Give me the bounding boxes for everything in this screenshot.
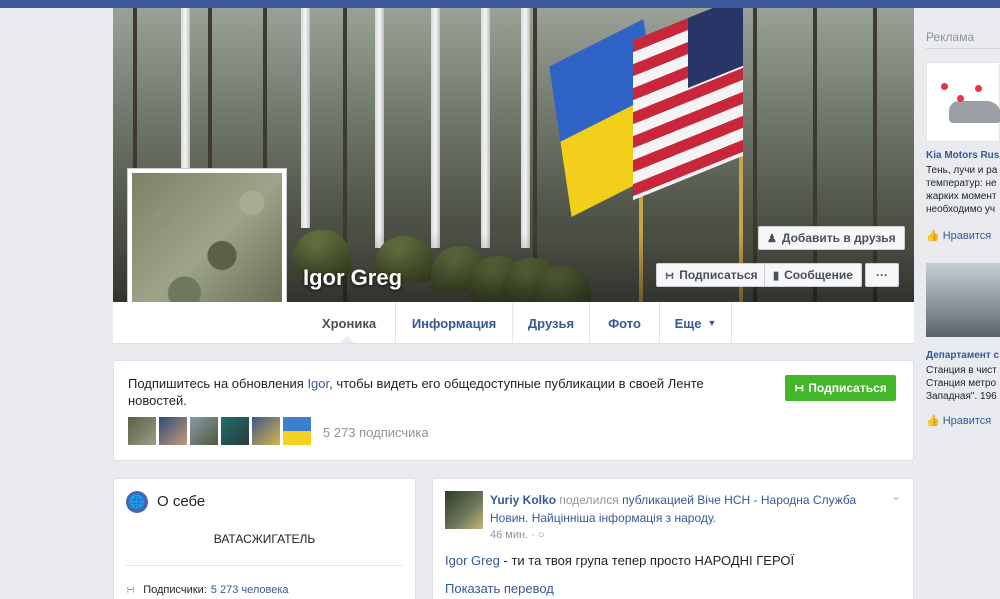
- globe-icon: 🌐: [126, 491, 148, 513]
- ad-image-station[interactable]: [926, 263, 1000, 337]
- chevron-down-icon[interactable]: ⌄: [891, 489, 901, 503]
- ad-text-line: необходимо уч: [926, 204, 996, 215]
- subscribe-name-link[interactable]: Igor: [307, 376, 329, 391]
- tab-more[interactable]: Еще ▼: [659, 302, 732, 344]
- message-icon: ▮: [773, 269, 780, 282]
- ad-text-line: Тень, лучи и ра: [926, 165, 998, 176]
- left-margin: [0, 8, 113, 599]
- top-bar: [0, 0, 1000, 8]
- tab-friends[interactable]: Друзья: [512, 302, 589, 344]
- ad-text-line: Западная". 196: [926, 391, 997, 402]
- subscribe-text: Подпишитесь на обновления Igor, чтобы ви…: [128, 375, 728, 409]
- ad-text-line: Станция в чист: [926, 365, 997, 376]
- add-friend-icon: ♟: [767, 232, 777, 245]
- add-friend-label: Добавить в друзья: [781, 231, 896, 245]
- post-author-avatar[interactable]: [445, 491, 483, 529]
- feed-post: Yuriy Kolko поделился публикацией Віче Н…: [432, 478, 914, 599]
- about-title: О себе: [157, 493, 206, 510]
- subscriber-avatar[interactable]: [159, 417, 187, 445]
- subscribe-button-label: Подписаться: [808, 381, 887, 395]
- ad-title[interactable]: Kia Motors Rus: [926, 150, 999, 161]
- subscriber-avatar[interactable]: [221, 417, 249, 445]
- active-tab-indicator: [340, 336, 354, 343]
- rss-icon: ∺: [794, 381, 805, 395]
- post-body: Igor Greg - ти та твоя група тепер прост…: [445, 553, 794, 568]
- ad-text-line: Станция метро: [926, 378, 997, 389]
- divider: [926, 48, 1000, 49]
- subscriber-count[interactable]: 5 273 подписчика: [323, 425, 429, 440]
- ad-text-line: температур: не: [926, 178, 997, 189]
- follow-button[interactable]: ∺ Подписаться: [656, 263, 767, 287]
- subscriber-avatar[interactable]: [190, 417, 218, 445]
- ad-like-button[interactable]: 👍 Нравится: [926, 229, 992, 243]
- thumbs-up-icon: 👍: [926, 230, 940, 242]
- post-timestamp[interactable]: 46 мин. · ○: [490, 529, 545, 541]
- more-options-button[interactable]: ···: [865, 263, 899, 287]
- profile-name[interactable]: Igor Greg: [303, 265, 402, 291]
- ads-header: Реклама: [926, 30, 975, 44]
- subscriber-avatar[interactable]: [283, 417, 311, 445]
- message-label: Сообщение: [784, 268, 853, 282]
- divider: [126, 565, 403, 566]
- rss-icon: ∺: [665, 269, 675, 282]
- usa-flag: [633, 8, 743, 201]
- ad-like-label: Нравится: [942, 229, 992, 242]
- ad-like-label: Нравится: [942, 414, 992, 427]
- show-translation-link[interactable]: Показать перевод: [445, 581, 554, 596]
- post-body-text: - ти та твоя група тепер просто НАРОДНІ …: [499, 553, 795, 568]
- tab-info[interactable]: Информация: [395, 302, 512, 344]
- ad-title[interactable]: Департамент с: [926, 350, 999, 361]
- add-friend-button[interactable]: ♟ Добавить в друзья: [758, 226, 905, 250]
- subscriber-thumbnails: [128, 417, 311, 445]
- rss-icon: ∺: [126, 584, 136, 596]
- tab-more-label: Еще: [674, 315, 702, 331]
- globe-icon: ○: [537, 529, 545, 541]
- subscribe-button[interactable]: ∺ Подписаться: [785, 375, 896, 401]
- car-icon: [949, 101, 1000, 123]
- post-mention-link[interactable]: Igor Greg: [445, 553, 500, 568]
- thumbs-up-icon: 👍: [926, 415, 940, 427]
- right-rail: Реклама Kia Motors Rus Тень, лучи и ра т…: [914, 8, 1000, 599]
- follow-label: Подписаться: [679, 268, 758, 282]
- post-shared-text: поделился: [559, 493, 619, 507]
- subscriber-avatar[interactable]: [128, 417, 156, 445]
- ad-like-button[interactable]: 👍 Нравится: [926, 414, 992, 428]
- chevron-down-icon: ▼: [707, 318, 717, 328]
- subscribe-text-before: Подпишитесь на обновления: [128, 376, 304, 391]
- about-job: ВАТАСЖИГАТЕЛЬ: [213, 532, 316, 546]
- about-card: 🌐 О себе ВАТАСЖИГАТЕЛЬ ∺ Подписчики: 5 2…: [113, 478, 416, 599]
- post-author-link[interactable]: Yuriy Kolko: [490, 493, 556, 507]
- subscriber-avatar[interactable]: [252, 417, 280, 445]
- post-time: 46 мин. ·: [490, 529, 535, 541]
- ad-image-kia[interactable]: [926, 62, 1000, 142]
- post-header: Yuriy Kolko поделился публикацией Віче Н…: [490, 491, 890, 527]
- about-subscribers: ∺ Подписчики: 5 273 человека: [126, 583, 289, 597]
- profile-tabs: Хроника Информация Друзья Фото Еще ▼: [113, 302, 914, 344]
- subscribers-link[interactable]: 5 273 человека: [211, 584, 289, 596]
- message-button[interactable]: ▮ Сообщение: [764, 263, 862, 287]
- subscribers-label: Подписчики:: [143, 583, 207, 596]
- subscribe-box: Подпишитесь на обновления Igor, чтобы ви…: [113, 360, 914, 461]
- ad-text-line: жарких момент: [926, 191, 997, 202]
- tab-photos[interactable]: Фото: [589, 302, 659, 344]
